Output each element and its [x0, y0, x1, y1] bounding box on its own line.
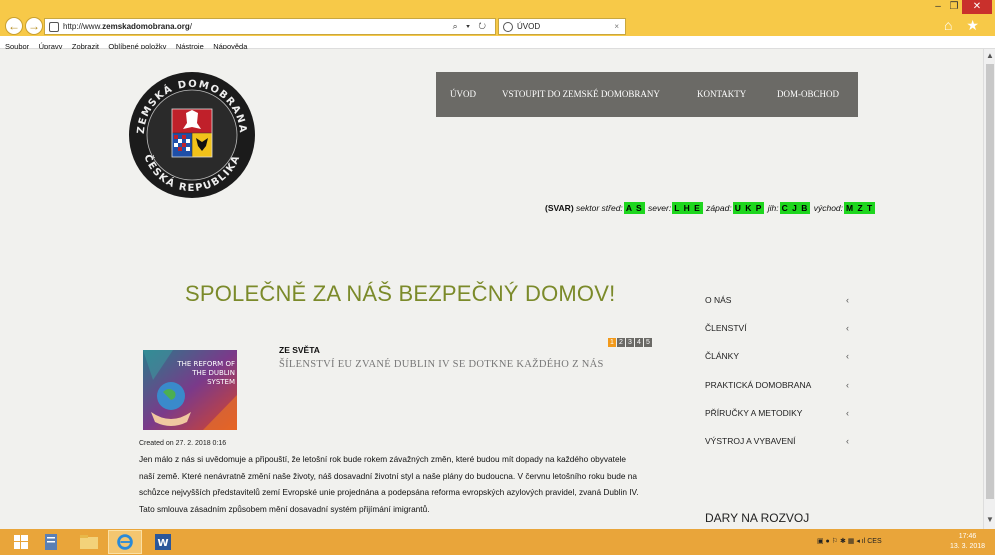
- maximize-button[interactable]: ❐: [946, 0, 962, 14]
- system-tray[interactable]: ▣ ● ⚐ ✱ ▦ ◂ ıl CES: [817, 529, 882, 555]
- sector-prefix: (SVAR): [545, 203, 574, 213]
- windows-taskbar: W ▣ ● ⚐ ✱ ▦ ◂ ıl CES 17:46 13. 3. 2018: [0, 529, 995, 555]
- sidebar-item-articles[interactable]: ČLÁNKY ‹: [705, 351, 855, 379]
- sector-west-code[interactable]: U K P: [732, 202, 765, 214]
- scroll-down-icon[interactable]: ▼: [985, 515, 995, 524]
- sidebar-item-manuals[interactable]: PŘÍRUČKY A METODIKY ‹: [705, 408, 855, 436]
- sector-south-code[interactable]: C J B: [779, 202, 811, 214]
- taskbar-clock[interactable]: 17:46 13. 3. 2018: [950, 532, 985, 552]
- sector-center-label: sektor střed:: [576, 203, 623, 213]
- nav-shop[interactable]: DOM-OBCHOD: [777, 72, 839, 117]
- pager-page-1[interactable]: 1: [608, 338, 616, 347]
- article-category[interactable]: ZE SVĚTA: [279, 345, 320, 355]
- sector-east-code[interactable]: M Z T: [844, 202, 876, 214]
- article-date: Created on 27. 2. 2018 0:16: [139, 440, 227, 447]
- tray-language[interactable]: CES: [867, 538, 881, 545]
- chevron-left-icon: ‹: [846, 323, 849, 334]
- sidebar-menu: O NÁS ‹ ČLENSTVÍ ‹ ČLÁNKY ‹ PRAKTICKÁ DOMOB…: [705, 295, 855, 464]
- sector-west-label: západ:: [706, 203, 732, 213]
- sector-east-label: východ:: [813, 203, 844, 213]
- sector-north-code[interactable]: L H E: [672, 202, 703, 214]
- chevron-left-icon: ‹: [846, 295, 849, 305]
- nav-contacts[interactable]: KONTAKTY: [697, 72, 746, 117]
- document-app-icon[interactable]: [34, 530, 68, 554]
- pager-page-2[interactable]: 2: [617, 338, 625, 347]
- chevron-left-icon: ‹: [846, 379, 849, 390]
- sidebar-item-equipment[interactable]: VÝSTROJ A VYBAVENÍ ‹: [705, 436, 855, 464]
- scrollbar-thumb[interactable]: [986, 64, 994, 499]
- minimize-button[interactable]: –: [930, 0, 946, 14]
- chevron-left-icon: ‹: [846, 351, 849, 362]
- clock-date: 13. 3. 2018: [950, 543, 986, 550]
- article-title[interactable]: ŠÍLENSTVÍ EU ZVANÉ DUBLIN IV SE DOTKNE K…: [279, 359, 604, 370]
- chevron-left-icon: ‹: [846, 435, 849, 446]
- sector-codes-line: (SVAR) sektor střed: A S sever: L H E zápa…: [545, 202, 876, 214]
- menu-bar: Soubor Úpravy Zobrazit Oblíbené položky …: [0, 36, 995, 51]
- chevron-left-icon: ‹: [846, 407, 849, 418]
- thumb-text-2: THE DUBLIN: [191, 369, 235, 377]
- article-body: Jen málo z nás si uvědomuje a připouští,…: [139, 454, 639, 514]
- thumb-text-3: SYSTEM: [207, 378, 235, 386]
- sector-center-code[interactable]: A S: [623, 202, 645, 214]
- sidebar-item-practical[interactable]: PRAKTICKÁ DOMOBRANA ‹: [705, 380, 855, 408]
- svg-text:W: W: [157, 538, 168, 549]
- nav-join[interactable]: VSTOUPIT DO ZEMSKÉ DOMOBRANY: [502, 72, 660, 117]
- scroll-up-icon[interactable]: ▲: [985, 51, 995, 60]
- page-scrollbar[interactable]: ▲ ▼: [983, 49, 995, 529]
- sector-north-label: sever:: [648, 203, 672, 213]
- tray-icons[interactable]: ▣ ● ⚐ ✱ ▦ ◂ ıl: [817, 538, 867, 545]
- address-bar[interactable]: http://www.zemskadomobrana.org/ ⌕ ▾ ↻: [44, 18, 496, 35]
- article-pager: 12345: [608, 338, 653, 347]
- page-favicon-icon: [49, 22, 59, 32]
- tab-title: ÚVOD: [517, 22, 541, 31]
- word-app-icon[interactable]: W: [146, 530, 180, 554]
- file-explorer-icon[interactable]: [72, 530, 106, 554]
- sector-south-label: jih:: [767, 203, 779, 213]
- back-button[interactable]: ←: [5, 17, 23, 35]
- article-thumbnail-image[interactable]: THE REFORM OF THE DUBLIN SYSTEM: [143, 350, 237, 430]
- clock-time: 17:46: [958, 533, 977, 540]
- page-headline: SPOLEČNĚ ZA NÁŠ BEZPEČNÝ DOMOV!: [185, 281, 616, 306]
- address-tools-icons[interactable]: ⌕ ▾ ↻: [453, 19, 489, 34]
- windows-start-icon[interactable]: [4, 530, 38, 554]
- pager-page-5[interactable]: 5: [644, 338, 652, 347]
- main-navigation: ÚVOD VSTOUPIT DO ZEMSKÉ DOMOBRANY KONTAK…: [436, 72, 858, 117]
- internet-explorer-icon[interactable]: [108, 530, 142, 554]
- sidebar-item-about[interactable]: O NÁS ‹: [705, 295, 855, 323]
- browser-titlebar: ← → http://www.zemskadomobrana.org/ ⌕ ▾ …: [0, 0, 995, 50]
- tab-favicon-icon: [503, 22, 513, 32]
- browser-tab[interactable]: ÚVOD ×: [498, 18, 626, 35]
- tab-close-icon[interactable]: ×: [614, 19, 619, 34]
- address-url: http://www.zemskadomobrana.org/: [63, 22, 192, 31]
- sidebar-donations-heading: DARY NA ROZVOJ: [705, 511, 810, 525]
- close-window-button[interactable]: ✕: [962, 0, 992, 14]
- pager-page-4[interactable]: 4: [635, 338, 643, 347]
- nav-home[interactable]: ÚVOD: [450, 72, 476, 117]
- pager-page-3[interactable]: 3: [626, 338, 634, 347]
- thumb-text-1: THE REFORM OF: [176, 360, 235, 368]
- sidebar-item-membership[interactable]: ČLENSTVÍ ‹: [705, 323, 855, 351]
- zemska-domobrana-logo[interactable]: ZEMSKÁ DOMOBRANA ČESKÁ REPUBLIKA: [128, 71, 256, 199]
- web-page: ZEMSKÁ DOMOBRANA ČESKÁ REPUBLIKA ÚVOD VS…: [0, 49, 983, 529]
- forward-button[interactable]: →: [25, 17, 43, 35]
